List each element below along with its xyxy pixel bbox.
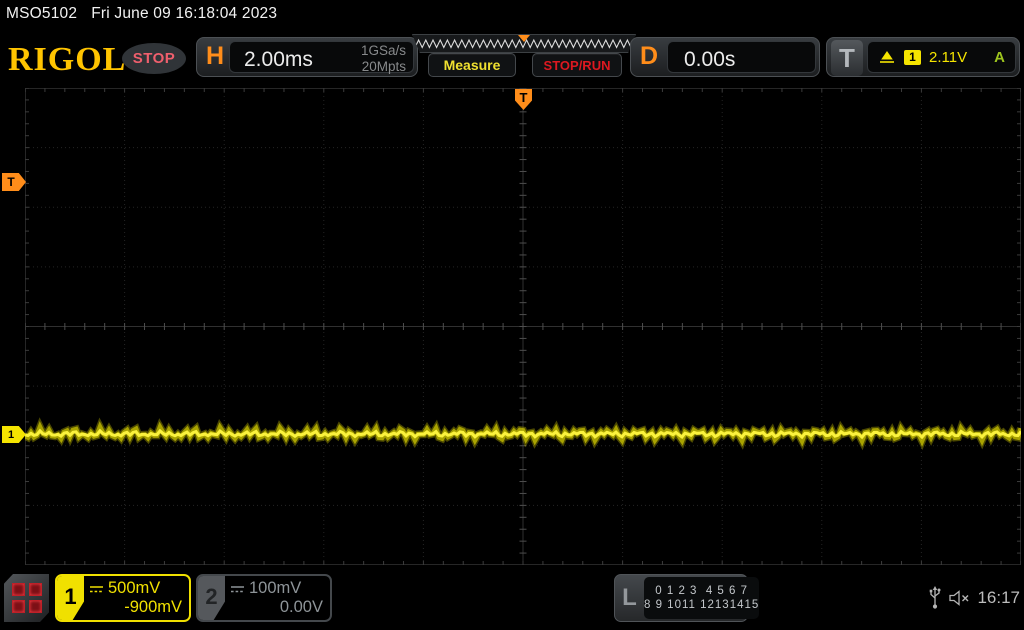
- channel2-info: 100mV 0.00V: [225, 576, 330, 620]
- channel1-position-marker[interactable]: 1: [2, 426, 26, 443]
- horizontal-timebase-widget[interactable]: H 2.00ms 1GSa/s 20Mpts: [196, 37, 418, 77]
- status-bar: MSO5102 Fri June 09 16:18:04 2023: [6, 5, 277, 23]
- horizontal-label: H: [206, 42, 225, 70]
- dc-coupling-icon: [90, 585, 103, 592]
- channel1-widget[interactable]: 1 500mV -900mV: [55, 574, 191, 622]
- channel1-scale: 500mV: [108, 579, 161, 597]
- acquisition-rates: 1GSa/s 20Mpts: [361, 43, 406, 75]
- channel2-scale: 100mV: [249, 579, 302, 597]
- channel1-info: 500mV -900mV: [84, 576, 189, 620]
- waveform-preview-strip[interactable]: [412, 34, 636, 53]
- trigger-level-marker[interactable]: T: [2, 173, 26, 191]
- stop-run-button[interactable]: STOP/RUN: [532, 53, 622, 77]
- acquisition-status-badge: STOP: [122, 43, 186, 74]
- delay-inner-panel: 0.00s: [667, 41, 816, 73]
- trigger-inner-panel: 1 2.11V A: [867, 41, 1016, 73]
- graticule: [25, 88, 1021, 565]
- logic-row-2: 8 9 1011 12131415: [644, 599, 760, 611]
- menu-grid-square: [11, 600, 25, 613]
- system-tray: 16:17: [928, 585, 1020, 611]
- trigger-sweep-mode: A: [994, 48, 1005, 66]
- delay-label: D: [640, 42, 659, 70]
- preview-trigger-position-icon[interactable]: [518, 35, 530, 42]
- delay-widget[interactable]: D 0.00s: [630, 37, 820, 77]
- trigger-label: T: [831, 40, 863, 76]
- logic-label: L: [622, 584, 637, 611]
- oscilloscope-screen: MSO5102 Fri June 09 16:18:04 2023 RIGOL S…: [0, 0, 1024, 630]
- system-clock: 16:17: [977, 588, 1020, 607]
- channel1-number-tab: 1: [57, 576, 84, 620]
- menu-grid-icon[interactable]: [4, 574, 49, 622]
- dc-coupling-icon: [231, 585, 244, 592]
- measure-button[interactable]: Measure: [428, 53, 516, 77]
- logic-channels-widget[interactable]: L 0 1 2 3 4 5 6 7 8 9 1011 12131415: [614, 574, 760, 622]
- datetime: Fri June 09 16:18:04 2023: [91, 5, 278, 22]
- logic-channel-list: 0 1 2 3 4 5 6 7 8 9 1011 12131415: [644, 577, 760, 619]
- menu-grid-square: [11, 583, 25, 596]
- memory-depth: 20Mpts: [361, 59, 406, 74]
- speaker-muted-icon[interactable]: [949, 590, 970, 606]
- usb-icon[interactable]: [928, 585, 942, 611]
- menu-grid-square: [28, 583, 42, 596]
- logic-row-1: 0 1 2 3 4 5 6 7: [655, 585, 748, 597]
- sample-rate: 1GSa/s: [360, 43, 406, 58]
- rising-edge-trigger-icon: [880, 51, 894, 63]
- channel1-offset: -900mV: [124, 598, 182, 616]
- model-name: MSO5102: [6, 5, 78, 22]
- channel2-number-tab: 2: [198, 576, 225, 620]
- timebase-value: 2.00ms: [244, 48, 313, 71]
- rigol-logo: RIGOL: [8, 41, 127, 78]
- channel2-widget[interactable]: 2 100mV 0.00V: [196, 574, 332, 622]
- horizontal-inner-panel: 2.00ms 1GSa/s 20Mpts: [229, 41, 414, 75]
- trigger-widget[interactable]: T 1 2.11V A: [826, 37, 1020, 77]
- trigger-source-badge: 1: [904, 49, 921, 65]
- delay-value: 0.00s: [684, 48, 736, 71]
- channel2-offset: 0.00V: [279, 598, 323, 616]
- menu-grid-square: [28, 600, 42, 613]
- trigger-level-value: 2.11V: [929, 48, 968, 66]
